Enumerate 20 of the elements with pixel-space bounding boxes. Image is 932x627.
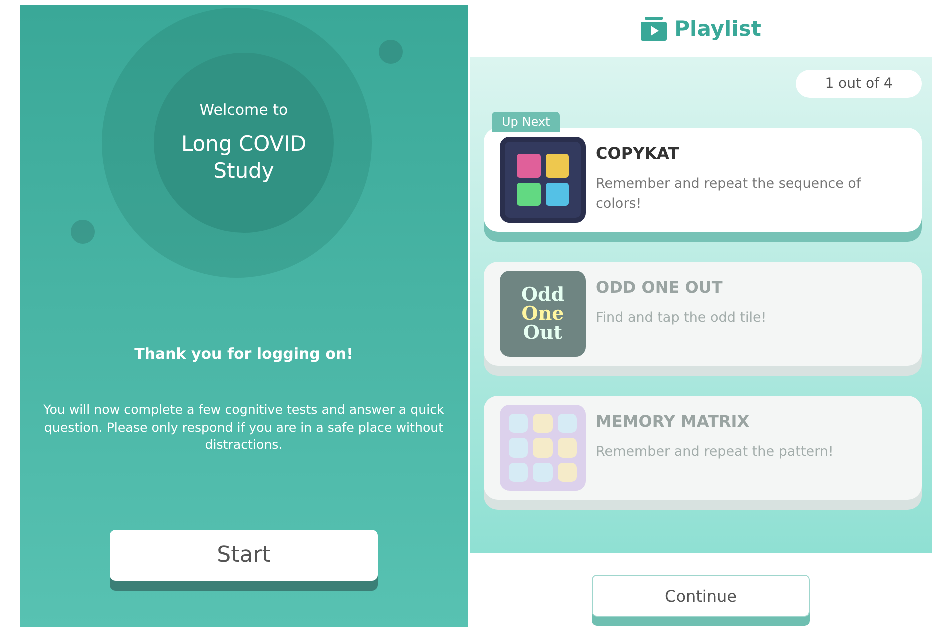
game-name: COPYKAT	[596, 144, 680, 163]
game-name: MEMORY MATRIX	[596, 412, 751, 431]
progress-counter: 1 out of 4	[796, 70, 922, 98]
thanks-text: Thank you for logging on!	[134, 345, 354, 363]
game-name: ODD ONE OUT	[596, 278, 724, 297]
game-description: Find and tap the odd tile!	[596, 309, 768, 328]
tile-grid-icon	[500, 405, 586, 491]
start-button[interactable]: Start	[110, 530, 378, 581]
decor-dot	[71, 220, 95, 244]
game-description: Remember and repeat the pattern!	[596, 443, 835, 462]
game-card[interactable]: COPYKAT Remember and repeat the sequence of colors!	[484, 128, 922, 232]
study-title: Long COVID Study	[180, 130, 308, 185]
game-description: Remember and repeat the sequence of colors!	[596, 175, 862, 214]
playlist-title: Playlist	[674, 16, 762, 40]
welcome-text: Welcome to	[200, 100, 288, 119]
color-grid-icon	[500, 137, 586, 223]
playlist-icon	[640, 16, 667, 40]
game-logo-icon: Odd One Out	[500, 271, 586, 357]
instructions-text: You will now complete a few cognitive tests and answer a quick question. Please only respond if you are in a safe place without distractions.	[42, 401, 446, 454]
decor-dot	[379, 40, 403, 64]
